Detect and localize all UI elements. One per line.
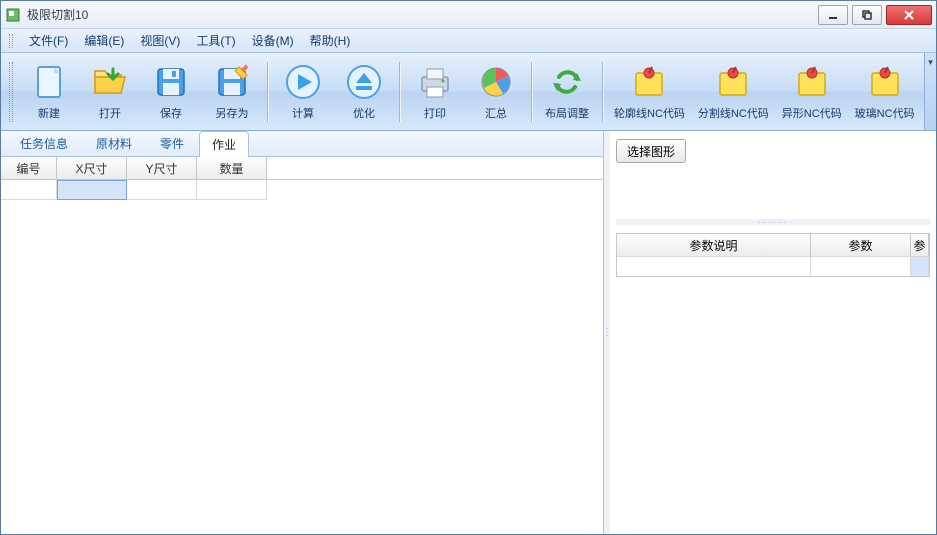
layout-label: 布局调整 [545,105,589,121]
col-qty[interactable]: 数量 [197,157,267,179]
cell-qty[interactable] [197,180,267,200]
shape-preview [616,171,930,211]
tab-material[interactable]: 原材料 [83,130,145,156]
menu-help[interactable]: 帮助(H) [304,30,357,51]
toolbar: 新建 打开 保存 另存为 计算 [1,53,936,131]
nc-outline-label: 轮廓线NC代码 [614,105,685,121]
print-button[interactable]: 打印 [406,58,464,126]
calc-button[interactable]: 计算 [274,58,332,126]
save-label: 保存 [160,105,182,121]
app-icon [5,7,21,23]
nc-glass-button[interactable]: 玻璃NC代码 [850,58,920,126]
maximize-button[interactable] [852,5,882,25]
horizontal-splitter[interactable] [616,219,930,225]
toolbar-grip[interactable] [9,62,13,122]
nc-shape-button[interactable]: 异形NC代码 [777,58,847,126]
param-detail-area [616,285,930,526]
pie-chart-icon [476,62,516,102]
tab-parts[interactable]: 零件 [147,130,197,156]
pin-note-icon [713,62,753,102]
optimize-label: 优化 [353,105,375,121]
col-y[interactable]: Y尺寸 [127,157,197,179]
menubar-grip[interactable] [9,34,13,48]
menubar: 文件(F) 编辑(E) 视图(V) 工具(T) 设备(M) 帮助(H) [1,29,936,53]
refresh-icon [547,62,587,102]
menu-device[interactable]: 设备(M) [246,30,300,51]
param-row[interactable] [617,256,929,276]
play-icon [283,62,323,102]
saveas-label: 另存为 [216,105,249,121]
calc-label: 计算 [292,105,314,121]
open-folder-icon [90,62,130,102]
titlebar: 极限切割10 [1,1,936,29]
saveas-button[interactable]: 另存为 [203,58,261,126]
param-table: 参数说明 参数 参 [616,233,930,277]
col-x[interactable]: X尺寸 [57,157,127,179]
new-label: 新建 [38,105,60,121]
cell-id[interactable] [1,180,57,200]
save-button[interactable]: 保存 [142,58,200,126]
eject-icon [344,62,384,102]
saveas-disk-icon [212,62,252,102]
pin-note-icon [792,62,832,102]
nc-shape-label: 异形NC代码 [782,105,842,121]
nc-split-button[interactable]: 分割线NC代码 [693,58,774,126]
window-title: 极限切割10 [27,6,818,23]
close-button[interactable] [886,5,932,25]
col-param[interactable]: 参数 [811,234,911,256]
col-param-extra[interactable]: 参 [911,234,929,256]
pin-note-icon [865,62,905,102]
right-pane: 选择图形 参数说明 参数 参 [610,131,936,534]
open-button[interactable]: 打开 [81,58,139,126]
menu-edit[interactable]: 编辑(E) [78,30,130,51]
minimize-button[interactable] [818,5,848,25]
left-pane: 任务信息 原材料 零件 作业 编号 X尺寸 Y尺寸 数量 [1,131,604,534]
layout-button[interactable]: 布局调整 [538,58,596,126]
toolbar-overflow[interactable]: ▾ [924,53,936,130]
save-disk-icon [151,62,191,102]
grid-row[interactable] [1,180,603,200]
col-id[interactable]: 编号 [1,157,57,179]
param-value-cell[interactable] [811,256,911,276]
summary-label: 汇总 [485,105,507,121]
toolbar-separator [267,62,268,122]
cell-y[interactable] [127,180,197,200]
menu-view[interactable]: 视图(V) [134,30,186,51]
tab-job[interactable]: 作业 [199,131,249,157]
pin-note-icon [629,62,669,102]
nc-outline-button[interactable]: 轮廓线NC代码 [609,58,690,126]
select-shape-button[interactable]: 选择图形 [616,139,686,163]
nc-split-label: 分割线NC代码 [698,105,769,121]
tab-task[interactable]: 任务信息 [7,130,81,156]
param-desc-cell[interactable] [617,256,811,276]
new-button[interactable]: 新建 [20,58,78,126]
nc-glass-label: 玻璃NC代码 [855,105,915,121]
summary-button[interactable]: 汇总 [467,58,525,126]
cell-x-selected[interactable] [57,180,127,200]
col-param-desc[interactable]: 参数说明 [617,234,811,256]
param-extra-cell[interactable] [911,256,929,276]
grid-header: 编号 X尺寸 Y尺寸 数量 [1,157,603,180]
menu-file[interactable]: 文件(F) [23,30,74,51]
toolbar-separator [602,62,603,122]
optimize-button[interactable]: 优化 [335,58,393,126]
toolbar-separator [399,62,400,122]
open-label: 打开 [99,105,121,121]
printer-icon [415,62,455,102]
toolbar-separator [531,62,532,122]
tabs: 任务信息 原材料 零件 作业 [1,131,603,157]
new-file-icon [29,62,69,102]
menu-tools[interactable]: 工具(T) [190,30,241,51]
print-label: 打印 [424,105,446,121]
